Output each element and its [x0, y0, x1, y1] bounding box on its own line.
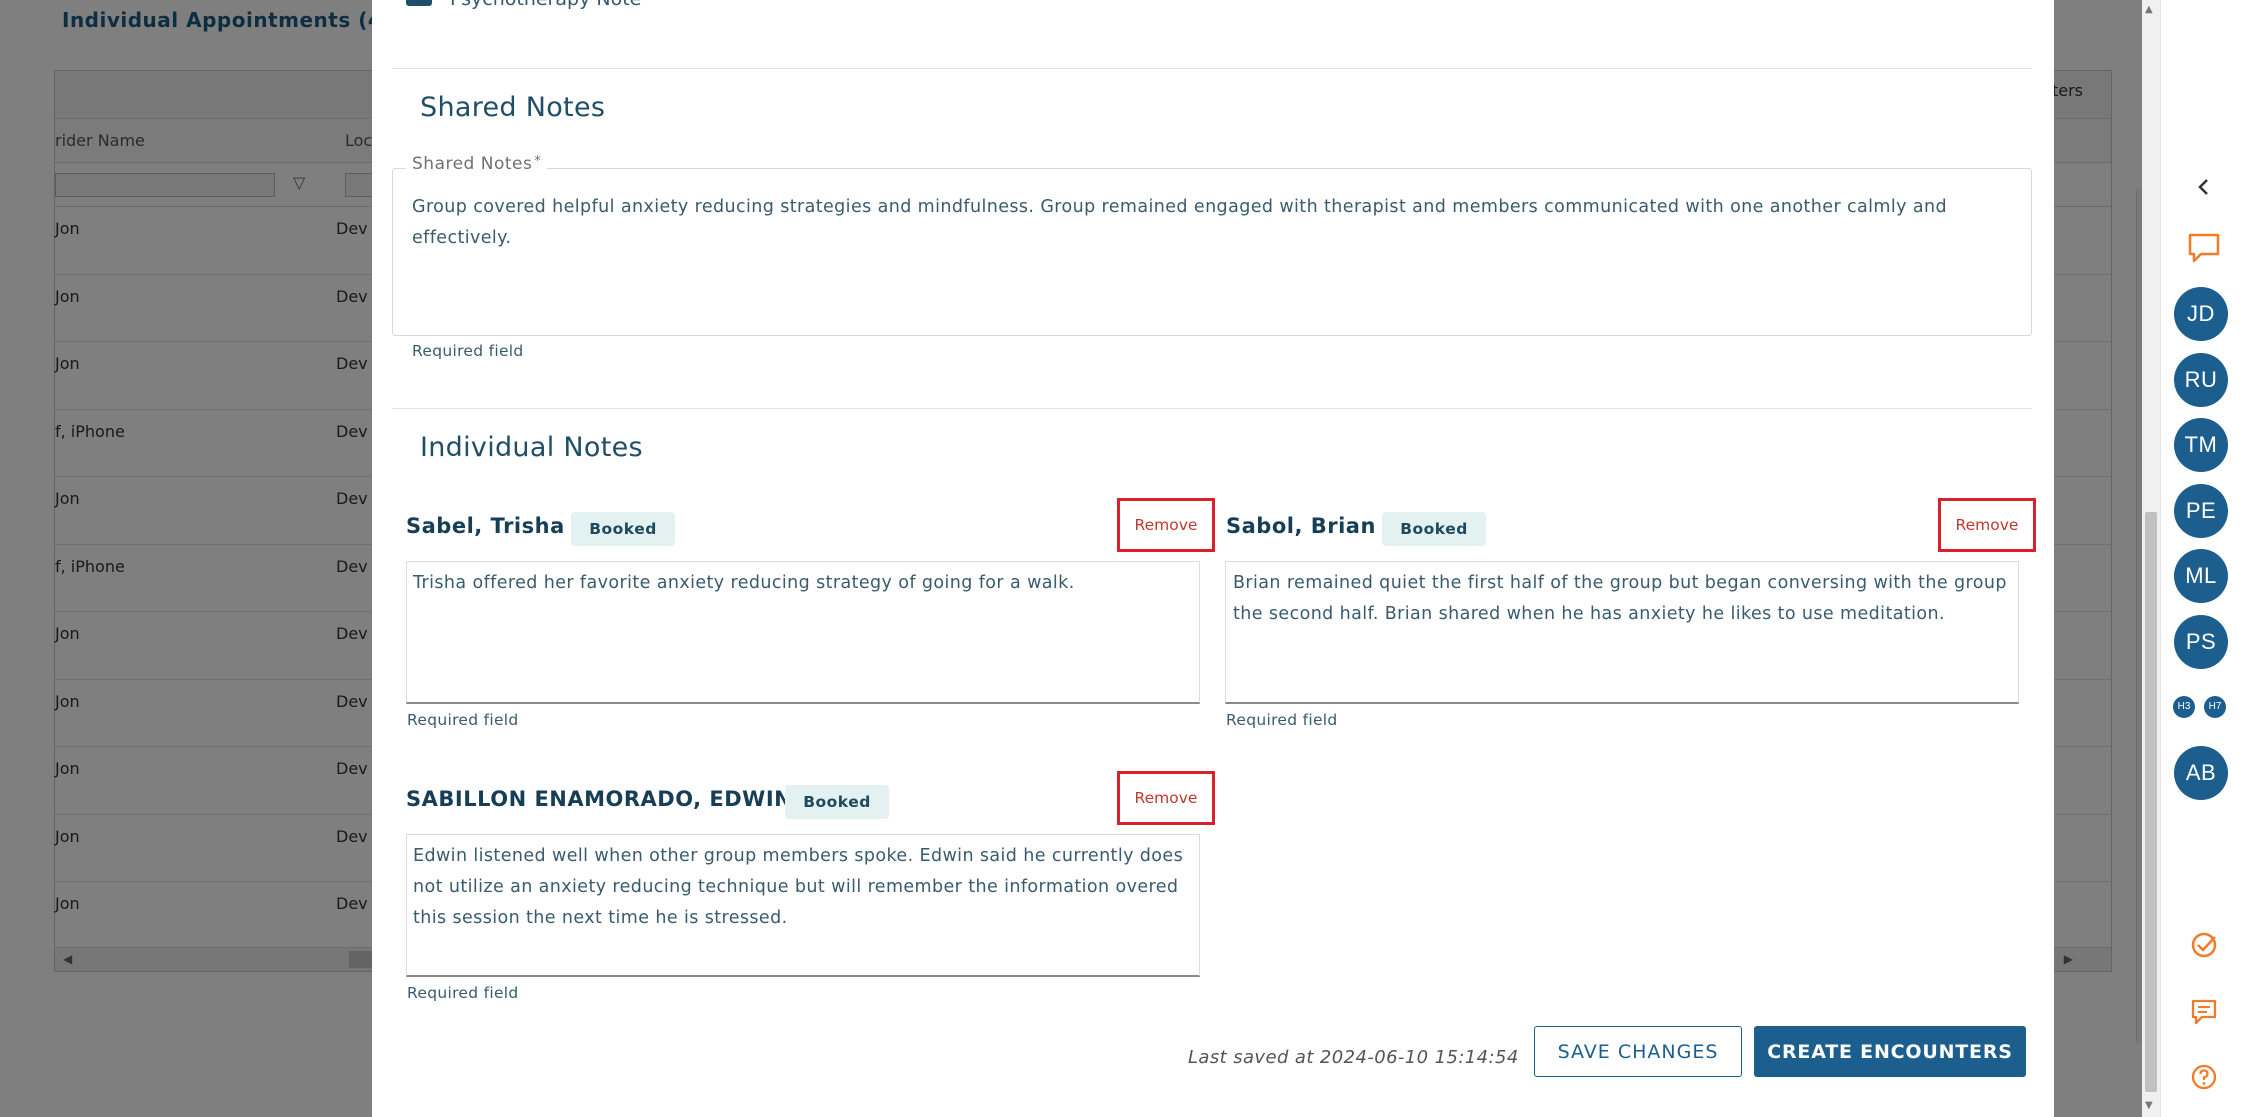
patient-name: Sabol, Brian: [1226, 514, 1376, 538]
avatar[interactable]: AB: [2174, 746, 2228, 800]
avatar[interactable]: PS: [2174, 614, 2228, 669]
avatar[interactable]: JD: [2174, 287, 2228, 341]
shared-notes-value[interactable]: Group covered helpful anxiety reducing s…: [412, 192, 2012, 254]
help-icon[interactable]: [2156, 1063, 2252, 1095]
avatar[interactable]: ML: [2174, 549, 2228, 603]
check-circle-icon[interactable]: [2156, 930, 2252, 964]
scroll-up-icon[interactable]: ▲: [2145, 4, 2153, 15]
right-rail: JD RU TM PE ML PS H3 H7 AB: [2160, 0, 2256, 1117]
remove-patient-button[interactable]: Remove: [1938, 498, 2036, 552]
remove-patient-button[interactable]: Remove: [1117, 498, 1215, 552]
shared-notes-label-text: Shared Notes: [412, 154, 533, 174]
avatar[interactable]: RU: [2174, 352, 2228, 407]
patient-name: Sabel, Trisha: [406, 514, 565, 538]
individual-note-value[interactable]: Edwin listened well when other group mem…: [413, 841, 1193, 934]
scroll-down-icon[interactable]: ▼: [2145, 1100, 2153, 1111]
create-encounters-button[interactable]: CREATE ENCOUNTERS: [1754, 1026, 2026, 1077]
last-saved-timestamp: Last saved at 2024-06-10 15:14:54: [1188, 1047, 1519, 1068]
individual-note-helper: Required field: [1226, 711, 1338, 729]
message-icon[interactable]: [2156, 998, 2252, 1030]
status-badge: Booked: [785, 785, 889, 819]
psychotherapy-note-label: Psychotherapy Note: [450, 0, 641, 10]
status-badge: Booked: [571, 512, 675, 546]
shared-notes-heading: Shared Notes: [420, 92, 606, 123]
individual-note-helper: Required field: [407, 711, 519, 729]
divider: [392, 68, 2032, 69]
chat-bubble-icon[interactable]: [2156, 232, 2252, 268]
individual-note-value[interactable]: Trisha offered her favorite anxiety redu…: [413, 568, 1193, 599]
avatar[interactable]: PE: [2174, 483, 2228, 538]
remove-patient-button[interactable]: Remove: [1117, 771, 1215, 825]
avatar[interactable]: H7: [2204, 696, 2226, 718]
divider: [392, 408, 2032, 409]
status-badge: Booked: [1382, 512, 1486, 546]
individual-notes-heading: Individual Notes: [420, 432, 643, 463]
psychotherapy-note-checkbox[interactable]: [406, 0, 432, 6]
individual-note-helper: Required field: [407, 984, 519, 1002]
chevron-left-icon[interactable]: [2156, 176, 2252, 204]
shared-notes-helper: Required field: [412, 342, 524, 360]
individual-note-value[interactable]: Brian remained quiet the first half of t…: [1233, 568, 2013, 630]
required-marker: *: [534, 154, 542, 169]
avatar[interactable]: H3: [2173, 696, 2195, 718]
avatar[interactable]: TM: [2174, 418, 2228, 472]
group-notes-modal: Psychotherapy Note Shared Notes Shared N…: [372, 0, 2054, 1117]
shared-notes-label: Shared Notes *: [406, 154, 548, 174]
save-changes-button[interactable]: SAVE CHANGES: [1534, 1026, 1742, 1077]
patient-name: SABILLON ENAMORADO, EDWIN: [406, 787, 793, 811]
